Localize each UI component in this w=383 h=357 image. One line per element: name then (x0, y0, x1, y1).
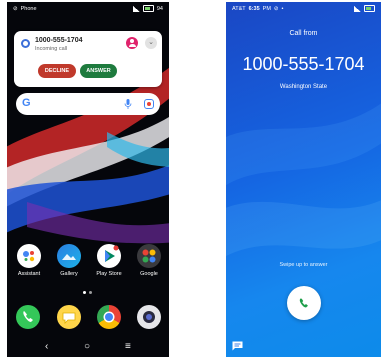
signal-icon (354, 5, 361, 12)
gallery-icon (57, 244, 81, 268)
phone-icon[interactable] (16, 305, 40, 329)
battery-icon (364, 5, 375, 12)
no-disturb-icon: ⊘ (273, 6, 279, 12)
incoming-call-screen: AT&T 6:35 PM ⊘ • Call from 1000-555-1704… (226, 2, 381, 357)
caller-location: Washington State (279, 84, 328, 90)
chrome-icon[interactable] (97, 305, 121, 329)
caller-number: 1000-555-1704 (35, 37, 83, 44)
home-screen: ⊘ Phone 94 1000-555-1704 Incoming call ⌄… (7, 2, 169, 357)
answer-button[interactable]: ANSWER (80, 64, 117, 78)
app-label: Assistant (17, 271, 41, 277)
assistant-icon (17, 244, 41, 268)
google-folder-icon (137, 244, 161, 268)
page-dot (83, 291, 86, 294)
app-label: Gallery (60, 271, 78, 277)
status-app-name: Phone (20, 6, 37, 12)
microphone-icon[interactable] (124, 99, 132, 109)
swipe-hint: Swipe up to answer (279, 262, 328, 268)
google-lens-icon[interactable] (144, 99, 154, 109)
no-disturb-icon: ⊘ (13, 6, 18, 12)
dock (7, 305, 169, 335)
app-play-store[interactable]: Play Store (91, 244, 127, 277)
call-from-label: Call from (289, 30, 318, 37)
message-icon[interactable] (232, 341, 243, 351)
contact-avatar-icon (126, 37, 138, 49)
clock-ampm: PM (262, 6, 271, 12)
recents-button[interactable]: ≡ (125, 341, 131, 352)
back-button[interactable]: ‹ (45, 341, 48, 352)
phone-icon (299, 298, 308, 308)
call-status: Incoming call (35, 46, 68, 52)
answer-call-button[interactable] (287, 286, 321, 320)
messages-icon[interactable] (57, 305, 81, 329)
caller-number: 1000-555-1704 (242, 54, 365, 74)
home-button[interactable]: ○ (84, 341, 90, 352)
battery-icon (142, 5, 154, 12)
incoming-call-notification[interactable]: 1000-555-1704 Incoming call ⌄ DECLINE AN… (14, 31, 162, 87)
app-label: Play Store (96, 271, 122, 277)
app-google-folder[interactable]: Google (131, 244, 167, 277)
status-bar: AT&T 6:35 PM ⊘ • (226, 2, 381, 16)
play-store-icon (97, 244, 121, 268)
decline-button[interactable]: DECLINE (38, 64, 76, 78)
page-indicator (83, 291, 92, 294)
status-bar: ⊘ Phone 94 (7, 2, 169, 16)
app-label: Google (140, 271, 158, 277)
clock: 6:35 (248, 6, 260, 12)
carrier-name: AT&T (232, 6, 246, 12)
google-search-bar[interactable]: G (16, 93, 160, 115)
app-row: Assistant Gallery Play Store Google (7, 244, 169, 284)
app-assistant[interactable]: Assistant (11, 244, 47, 277)
notification-dot-icon: • (281, 6, 284, 12)
phone-app-icon (21, 39, 30, 48)
google-logo-icon: G (22, 97, 31, 109)
battery-level: 94 (156, 5, 163, 12)
navigation-bar: ‹ ○ ≡ (7, 339, 169, 357)
app-gallery[interactable]: Gallery (51, 244, 87, 277)
camera-icon[interactable] (137, 305, 161, 329)
signal-icon (132, 5, 140, 12)
page-dot (89, 291, 92, 294)
chevron-down-icon[interactable]: ⌄ (145, 37, 157, 49)
